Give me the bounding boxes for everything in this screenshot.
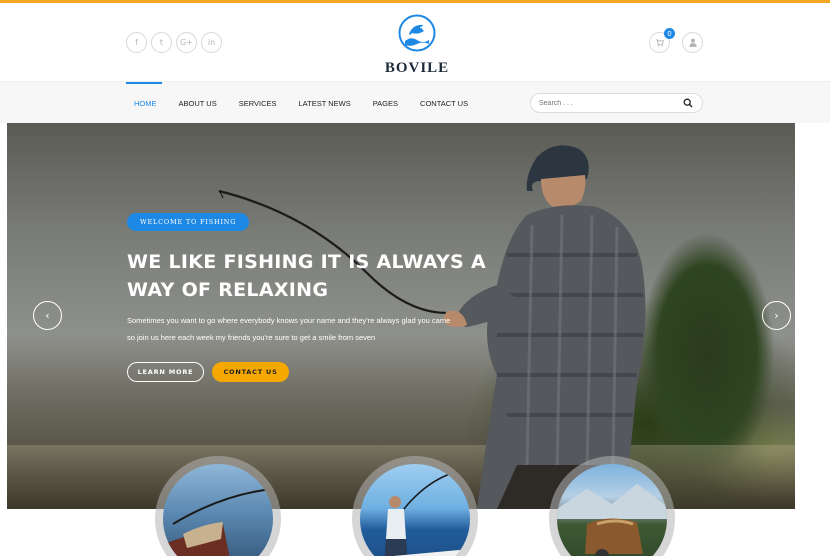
- hero-title-line-1: WE LIKE FISHING IT IS ALWAYS A: [127, 251, 486, 273]
- rod-photo-graphic: [163, 488, 273, 556]
- nav-item-about-us[interactable]: ABOUT US: [168, 82, 228, 124]
- linkedin-icon[interactable]: in: [201, 32, 222, 53]
- search-box: [530, 93, 703, 113]
- user-icon: [689, 38, 696, 47]
- nav-item-latest-news[interactable]: LATEST NEWS: [288, 82, 362, 124]
- nav-item-home[interactable]: HOME: [126, 82, 168, 124]
- social-links: f t G+ in: [126, 32, 222, 53]
- slider-prev-arrow-icon[interactable]: ‹: [33, 301, 62, 330]
- nav-menu: HOME ABOUT US SERVICES LATEST NEWS PAGES…: [126, 82, 479, 124]
- cart-icon: [655, 39, 664, 47]
- feature-image-sea-fishing: [360, 464, 470, 556]
- facebook-icon[interactable]: f: [126, 32, 147, 53]
- lake-gear-graphic: [557, 484, 667, 556]
- hero-title-line-2: WAY OF RELAXING: [127, 279, 329, 301]
- site-logo[interactable]: BOVILE: [382, 14, 452, 77]
- nav-item-contact-us[interactable]: CONTACT US: [409, 82, 479, 124]
- feature-image-lake-gear: [557, 464, 667, 556]
- header-actions: 0: [649, 28, 703, 53]
- nav-item-services[interactable]: SERVICES: [228, 82, 288, 124]
- google-plus-icon[interactable]: G+: [176, 32, 197, 53]
- twitter-icon[interactable]: t: [151, 32, 172, 53]
- main-navigation: HOME ABOUT US SERVICES LATEST NEWS PAGES…: [0, 81, 830, 123]
- feature-image-fishing-boat: [163, 464, 273, 556]
- cart-count-badge: 0: [664, 28, 675, 39]
- hero-subtitle-line-1: Sometimes you want to go where everybody…: [127, 316, 451, 325]
- slider-next-arrow-icon[interactable]: ›: [762, 301, 791, 330]
- fish-logo-icon: [398, 14, 436, 52]
- cart-button[interactable]: 0: [649, 28, 675, 53]
- hero-title: WE LIKE FISHING IT IS ALWAYS A WAY OF RE…: [127, 248, 487, 304]
- site-header: f t G+ in BOVILE 0: [0, 3, 830, 81]
- contact-us-button[interactable]: CONTACT US: [212, 362, 289, 382]
- user-account-button[interactable]: [682, 32, 703, 53]
- hero-slider: WELCOME TO FISHING WE LIKE FISHING IT IS…: [7, 123, 795, 509]
- learn-more-button[interactable]: LEARN MORE: [127, 362, 204, 382]
- brand-name: BOVILE: [384, 60, 450, 76]
- sea-angler-graphic: [384, 468, 470, 556]
- search-input[interactable]: [531, 94, 681, 112]
- search-icon[interactable]: [683, 98, 693, 108]
- hero-subtitle-line-2: so join us here each week my friends you…: [127, 333, 376, 342]
- welcome-badge: WELCOME TO FISHING: [127, 213, 250, 231]
- hero-subtitle: Sometimes you want to go where everybody…: [127, 312, 487, 346]
- nav-item-pages[interactable]: PAGES: [362, 82, 409, 124]
